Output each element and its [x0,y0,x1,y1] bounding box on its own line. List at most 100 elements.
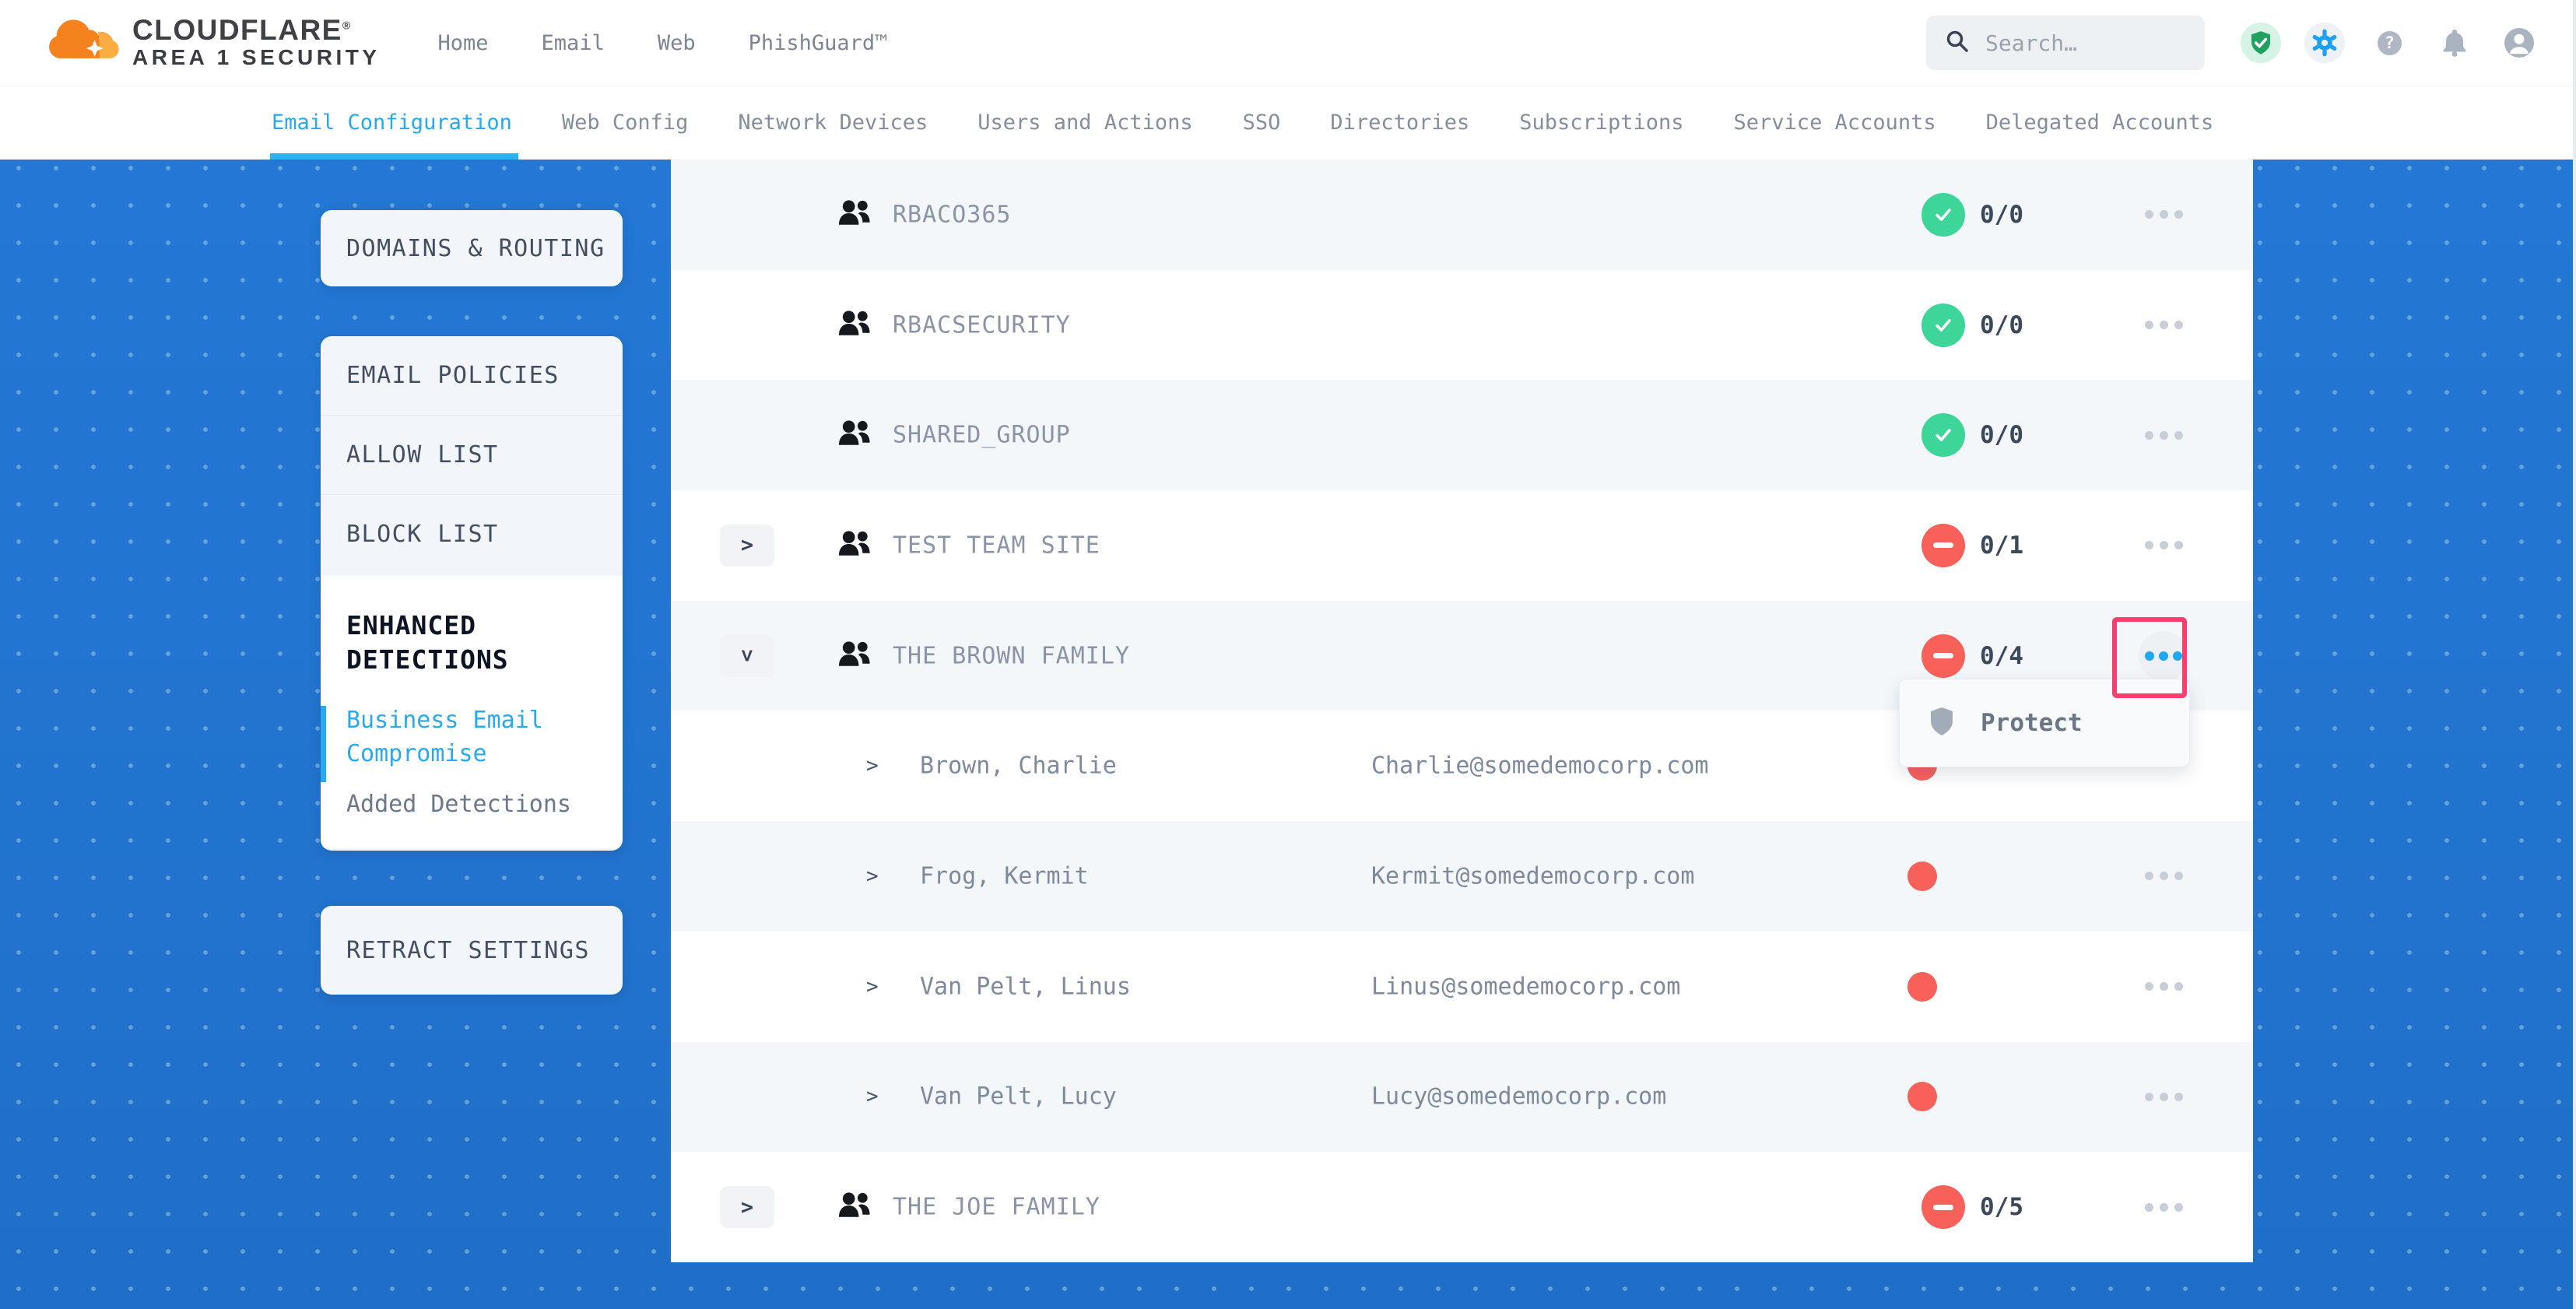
status-alert-badge [1921,524,1965,567]
group-name: RBACSECURITY [893,311,1071,339]
status-ok-badge [1921,193,1965,237]
table-row: > TEST TEAM SITE 0/1 [671,490,2253,601]
member-email: Charlie@somedemocorp.com [1371,753,1708,780]
nav-home[interactable]: Home [438,31,489,55]
row-actions-menu-button[interactable] [2139,521,2188,570]
protection-count: 0/0 [1980,201,2023,229]
cloudflare-cloud-icon [45,17,123,68]
sidebar-item-domains-routing[interactable]: DOMAINS & ROUTING [321,210,623,286]
status-alert-dot [1907,862,1937,891]
retract-settings-label: RETRACT SETTINGS [346,937,590,964]
scrollbar-track[interactable] [2573,0,2576,1309]
tab-service-accounts[interactable]: Service Accounts [1734,86,1936,160]
tab-email-configuration[interactable]: Email Configuration [272,86,512,160]
expand-row-button[interactable]: > [720,1186,774,1228]
table-row: > THE JOE FAMILY 0/5 [671,1152,2253,1262]
group-icon [837,529,874,562]
nav-phishguard[interactable]: PhishGuard™ [749,31,888,55]
help-icon[interactable]: ? [2378,31,2402,55]
sidebar-item-added-detections[interactable]: Added Detections [346,791,599,818]
member-name: Van Pelt, Lucy [920,1083,1117,1111]
chevron-down-icon: > [736,649,757,662]
account-avatar-icon[interactable] [2504,28,2534,58]
protection-count: 0/0 [1980,311,2023,339]
chevron-right-icon: > [866,754,879,777]
member-name: Brown, Charlie [920,753,1117,780]
row-context-menu: Protect [1899,679,2190,767]
settings-sidebar: DOMAINS & ROUTING EMAIL POLICIES ALLOW L… [321,210,623,995]
logo-title: CLOUDFLARE [132,14,342,46]
chevron-right-icon: > [741,535,753,556]
member-email: Linus@somedemocorp.com [1371,973,1680,1000]
logo-text: CLOUDFLARE® AREA 1 SECURITY [132,16,381,70]
email-policies-label: EMAIL POLICIES [346,362,560,389]
search-input[interactable] [1984,30,2174,57]
group-name: TEST TEAM SITE [893,532,1100,559]
tab-network-devices[interactable]: Network Devices [738,86,928,160]
status-ok-badge [1921,413,1965,457]
protection-count: 0/4 [1980,642,2023,670]
search-icon [1945,29,1970,57]
table-row: RBACO365 0/0 [671,160,2253,270]
member-row: > Van Pelt, Linus Linus@somedemocorp.com [671,932,2253,1042]
row-actions-menu-button[interactable] [2139,300,2188,350]
sidebar-item-block-list[interactable]: BLOCK LIST [321,495,623,574]
row-actions-menu-button[interactable] [2139,851,2188,901]
chevron-right-icon: > [741,1197,753,1218]
tab-users-and-actions[interactable]: Users and Actions [977,86,1192,160]
block-list-label: BLOCK LIST [346,521,499,548]
expand-row-button[interactable]: > [720,525,774,567]
member-name: Van Pelt, Linus [920,973,1131,1000]
protection-count: 0/5 [1980,1193,2023,1221]
tab-directories[interactable]: Directories [1330,86,1469,160]
top-nav: Home Email Web PhishGuard™ [438,31,888,55]
search-box[interactable] [1926,16,2205,70]
row-actions-menu-button[interactable] [2139,1182,2188,1232]
settings-gear-icon[interactable] [2304,23,2345,63]
tab-subscriptions[interactable]: Subscriptions [1519,86,1683,160]
sidebar-policies-card: EMAIL POLICIES ALLOW LIST BLOCK LIST ENH… [321,336,623,851]
allow-list-label: ALLOW LIST [346,441,499,469]
group-icon [837,1191,874,1223]
group-icon [837,198,874,231]
menu-item-protect[interactable]: Protect [1981,709,2083,737]
notifications-bell-icon[interactable] [2439,27,2470,58]
member-email: Kermit@somedemocorp.com [1371,862,1694,890]
status-ok-badge [1921,304,1965,347]
group-name: THE BROWN FAMILY [893,642,1130,669]
row-actions-menu-button[interactable] [2139,410,2188,460]
header-icon-cluster: ? [2241,23,2534,63]
sidebar-item-email-policies[interactable]: EMAIL POLICIES [321,336,623,416]
table-row: RBACSECURITY 0/0 [671,270,2253,381]
row-actions-menu-button[interactable] [2139,190,2188,240]
group-icon [837,309,874,342]
sidebar-item-business-email-compromise[interactable]: Business Email Compromise [346,704,572,770]
row-actions-menu-button[interactable] [2139,962,2188,1012]
row-actions-menu-button[interactable] [2139,1072,2188,1121]
chevron-right-icon: > [866,865,879,888]
logo-subtitle: AREA 1 SECURITY [132,46,381,70]
nav-email[interactable]: Email [542,31,605,55]
collapse-row-button[interactable]: > [720,635,774,677]
minus-icon [1933,653,1953,658]
row-actions-menu-button-active[interactable] [2139,631,2188,681]
tab-web-config[interactable]: Web Config [562,86,689,160]
status-alert-badge [1921,1185,1965,1229]
sidebar-item-retract-settings[interactable]: RETRACT SETTINGS [321,906,623,995]
member-row: > Frog, Kermit Kermit@somedemocorp.com [671,821,2253,932]
group-name: SHARED_GROUP [893,422,1071,449]
registered-mark: ® [342,19,352,32]
nav-web[interactable]: Web [658,31,696,55]
protection-status-icon[interactable] [2241,23,2281,63]
config-tab-bar: Email Configuration Web Config Network D… [0,86,2576,160]
cloudflare-logo[interactable]: CLOUDFLARE® AREA 1 SECURITY [45,16,381,70]
tab-sso[interactable]: SSO [1243,86,1281,160]
area1-security-app: CLOUDFLARE® AREA 1 SECURITY Home Email W… [0,0,2576,1309]
sidebar-item-allow-list[interactable]: ALLOW LIST [321,416,623,495]
status-alert-badge [1921,634,1965,678]
enhanced-detections-title: ENHANCED DETECTIONS [346,609,564,676]
member-name: Frog, Kermit [920,862,1089,890]
tab-delegated-accounts[interactable]: Delegated Accounts [1986,86,2214,160]
protection-count: 0/0 [1980,421,2023,449]
minus-icon [1933,1205,1953,1210]
